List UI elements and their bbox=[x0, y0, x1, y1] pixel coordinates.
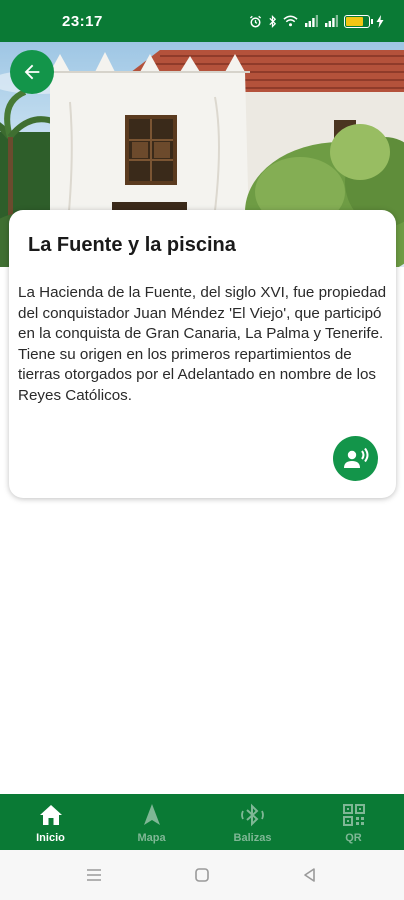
status-icons bbox=[249, 14, 384, 28]
home-square-icon bbox=[195, 868, 209, 882]
system-back-button[interactable] bbox=[295, 860, 325, 890]
bluetooth-icon bbox=[240, 803, 264, 827]
signal-icon-1 bbox=[305, 15, 318, 27]
voice-speaker-icon bbox=[343, 447, 368, 468]
navigation-arrow-icon bbox=[143, 804, 160, 825]
system-home-button[interactable] bbox=[187, 860, 217, 890]
nav-item-mapa[interactable]: Mapa bbox=[101, 794, 202, 850]
nav-label-balizas: Balizas bbox=[233, 832, 272, 844]
card-description: La Hacienda de la Fuente, del siglo XVI,… bbox=[18, 284, 387, 404]
alarm-icon bbox=[249, 15, 262, 27]
battery-icon bbox=[344, 14, 373, 28]
info-card: La Fuente y la piscina La Hacienda de la… bbox=[9, 210, 396, 498]
system-navigation-bar bbox=[0, 850, 404, 900]
nav-item-balizas[interactable]: Balizas bbox=[202, 794, 303, 850]
arrow-left-icon bbox=[24, 64, 40, 80]
card-title: La Fuente y la piscina bbox=[28, 234, 236, 256]
nav-item-inicio[interactable]: Inicio bbox=[0, 794, 101, 850]
status-time: 23:17 bbox=[62, 12, 103, 30]
battery-level bbox=[346, 16, 363, 26]
wifi-icon bbox=[283, 15, 298, 27]
nav-label-mapa: Mapa bbox=[137, 832, 166, 844]
back-triangle-icon bbox=[304, 868, 315, 882]
back-button[interactable] bbox=[10, 50, 54, 94]
audio-play-button[interactable] bbox=[333, 436, 378, 481]
charging-icon bbox=[376, 14, 384, 28]
signal-icon-2 bbox=[325, 15, 338, 27]
qr-code-icon bbox=[342, 804, 365, 826]
bottom-navigation: Inicio Mapa Balizas QR bbox=[0, 794, 404, 850]
menu-icon bbox=[87, 869, 101, 881]
bluetooth-status-icon bbox=[269, 14, 277, 28]
status-bar: 23:17 bbox=[0, 0, 404, 42]
system-menu-button[interactable] bbox=[79, 860, 109, 890]
app-screen: 23:17 La Fuente y la piscina La Hacienda… bbox=[0, 0, 404, 900]
nav-item-qr[interactable]: QR bbox=[303, 794, 404, 850]
nav-label-inicio: Inicio bbox=[36, 832, 65, 844]
nav-label-qr: QR bbox=[345, 832, 362, 844]
home-icon bbox=[39, 805, 62, 825]
